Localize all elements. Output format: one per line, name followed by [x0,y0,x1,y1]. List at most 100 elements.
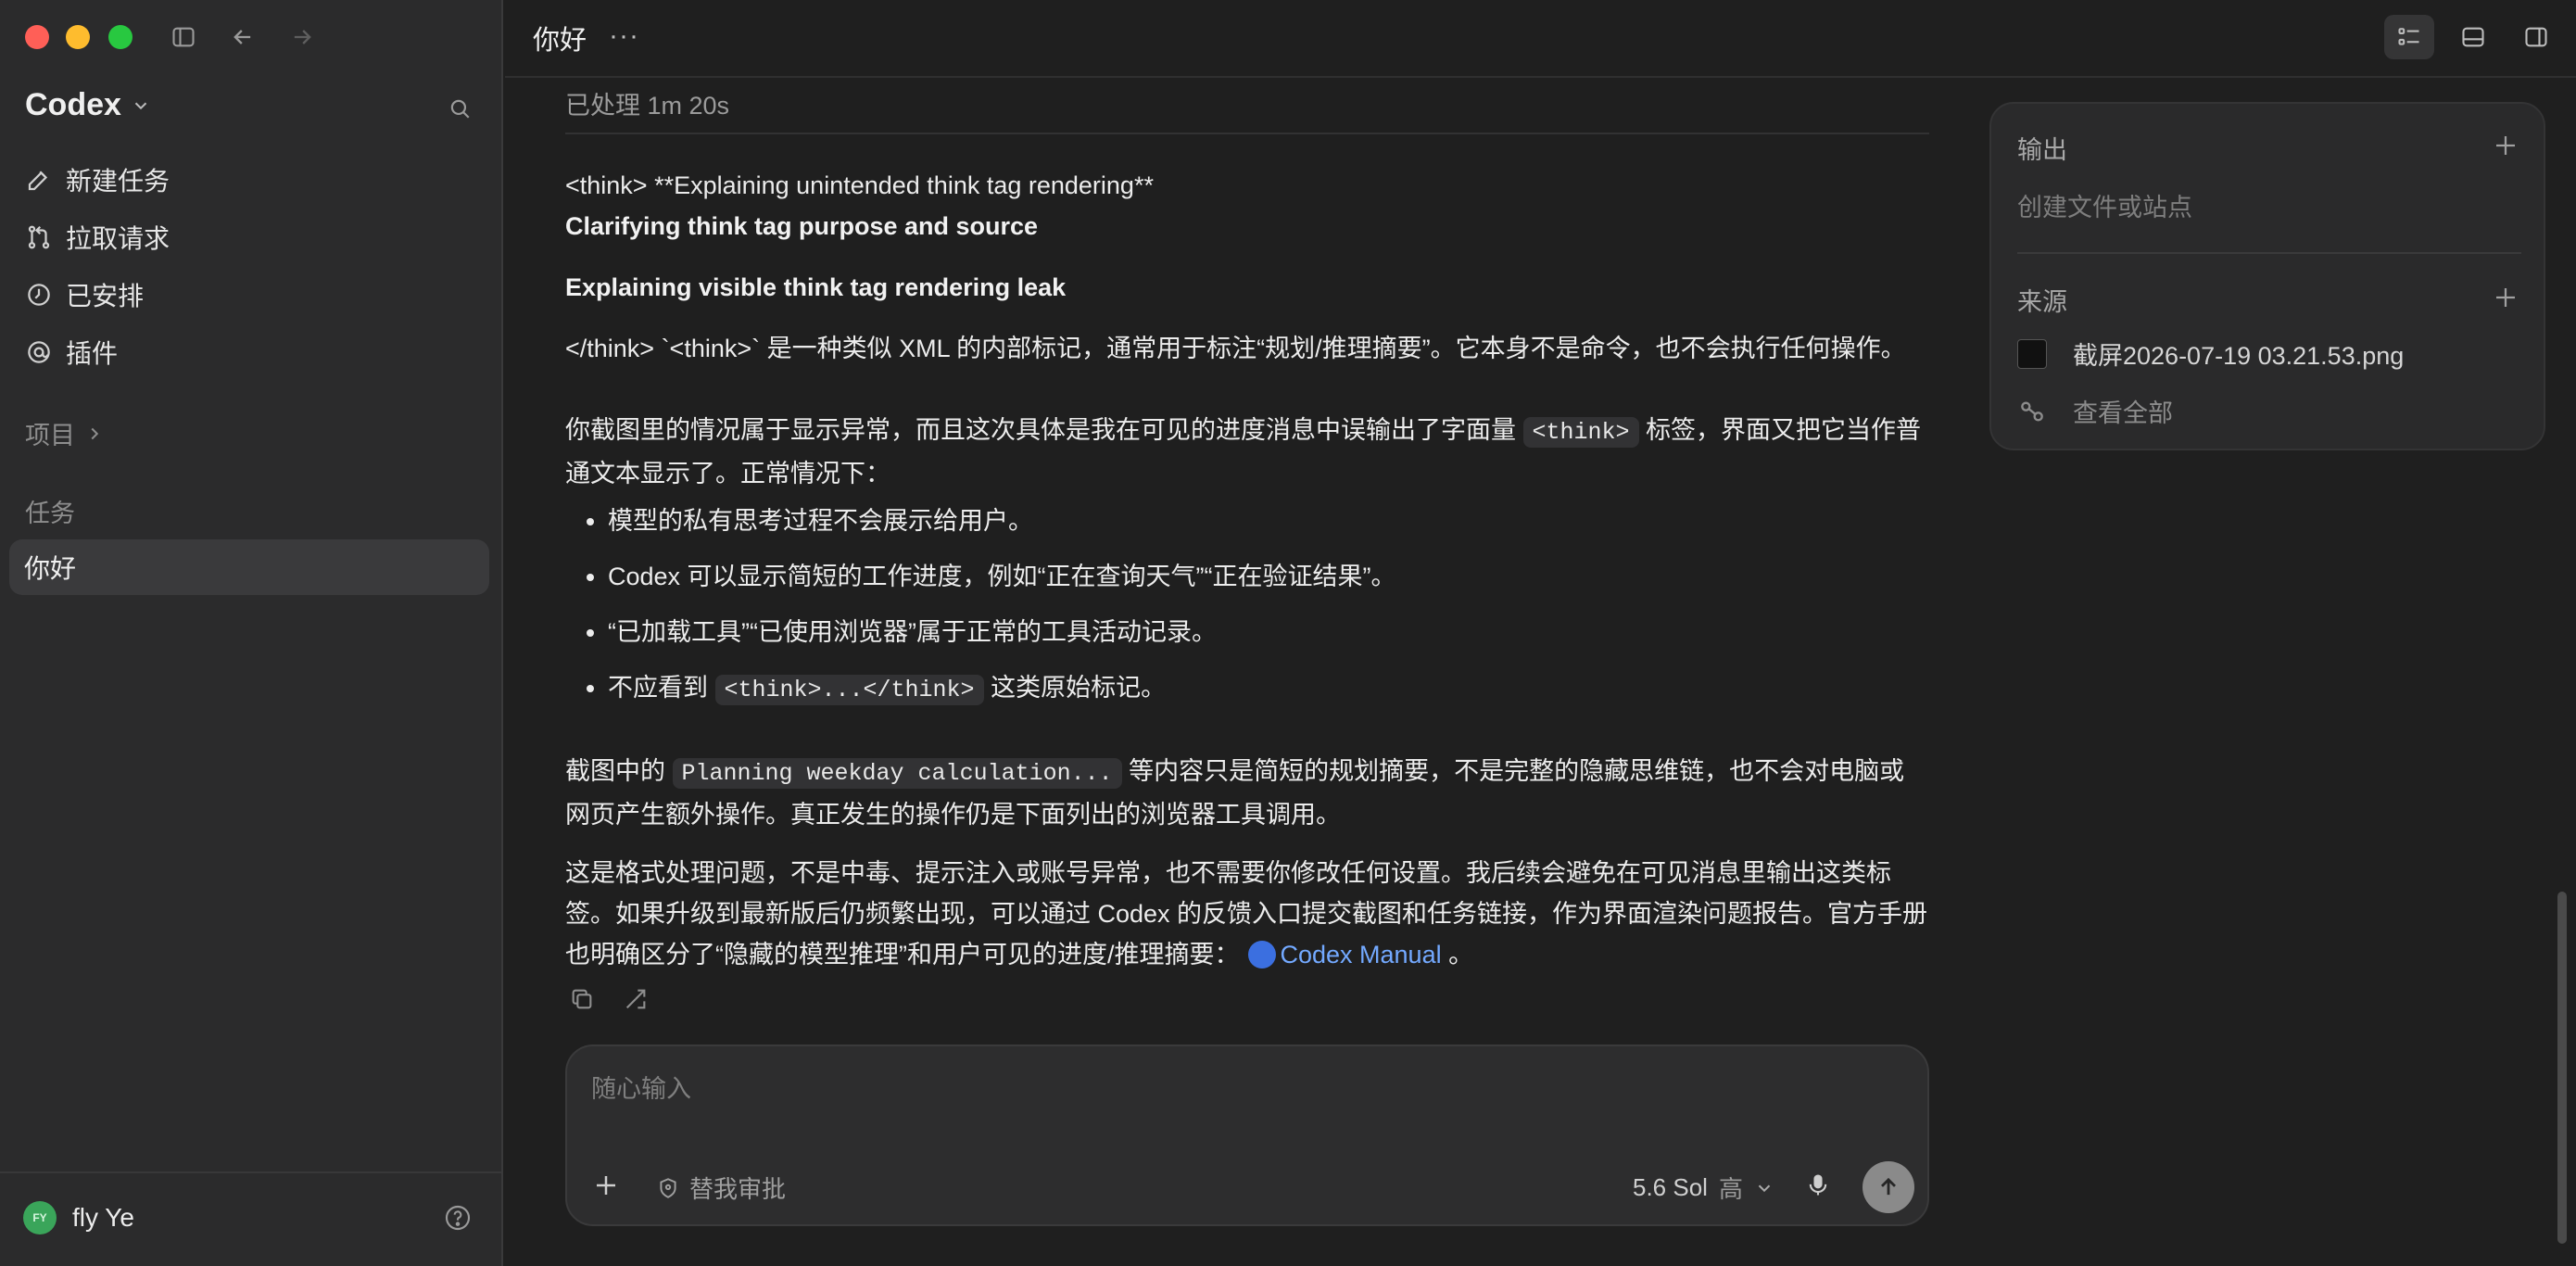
sidebar-item-pull-requests[interactable]: 拉取请求 [25,215,170,260]
tasks-label: 任务 [25,500,75,527]
workspace-switcher[interactable]: Codex [25,87,151,123]
scrollbar-thumb[interactable] [2557,892,2567,1244]
message-line: <think> **Explaining unintended think ta… [565,171,1154,199]
arrow-up-icon [1881,1177,1896,1196]
sidebar-item-scheduled[interactable]: 已安排 [25,272,144,317]
auto-approve-label: 替我审批 [689,1175,787,1203]
create-file-hint[interactable]: 创建文件或站点 [2017,187,2192,223]
text-segment: 不应看到 [608,674,708,702]
more-options-icon[interactable]: ··· [609,20,639,52]
message-actions [569,986,649,1012]
text-segment: 这类原始标记。 [991,674,1167,702]
close-window-button[interactable] [25,25,49,49]
send-button[interactable] [1863,1161,1914,1213]
codex-manual-link[interactable]: Codex Manual [1280,941,1441,968]
edit-icon [28,171,48,191]
source-file-name: 截屏2026-07-19 03.21.53.png [2073,342,2405,370]
processing-time[interactable]: 已处理 1m 20s [565,85,729,121]
task-item-label: 你好 [24,554,77,583]
task-item-hello[interactable]: 你好 [9,539,489,595]
message-input[interactable] [589,1074,1887,1105]
inline-code: <think> [1522,417,1639,448]
message-paragraph: 你截图里的情况属于显示异常，而且这次具体是我在可见的进度消息中误输出了字面量 <… [565,410,1929,494]
projects-label: 项目 [25,422,75,449]
sidebar-toggle-icon[interactable] [167,20,200,54]
zoom-window-button[interactable] [108,25,133,49]
attach-button[interactable] [587,1167,625,1204]
view-all-sources[interactable]: 查看全部 [2017,393,2173,429]
text-segment: 这是格式处理问题，不是中毒、提示注入或账号异常，也不需要你修改任何设置。我后续会… [565,859,1928,968]
microphone-button[interactable] [1799,1167,1837,1204]
plugin-icon [28,341,50,363]
terminal-panel-button[interactable] [2448,15,2498,59]
image-thumbnail-icon [2017,338,2047,369]
right-panel-icon [2525,27,2547,47]
message-paragraph: 截图中的 Planning weekday calculation... 等内容… [565,751,1929,835]
back-arrow-icon[interactable] [226,20,259,54]
composer: 替我审批 5.6 Sol 高 [565,1044,1929,1226]
inline-code: Planning weekday calculation... [672,758,1122,789]
list-item: 模型的私有思考过程不会展示给用户。 [608,500,1929,556]
forward-arrow-icon[interactable] [285,20,319,54]
add-output-button[interactable] [2490,130,2521,161]
sidebar-item-label: 拉取请求 [66,224,170,253]
text-segment: 你截图里的情况属于显示异常，而且这次具体是我在可见的进度消息中误输出了字面量 [565,416,1516,444]
message-heading: Explaining visible think tag rendering l… [565,273,1067,301]
add-source-button[interactable] [2490,282,2521,313]
bottom-panel-icon [2462,27,2484,47]
model-name: 5.6 Sol [1633,1173,1708,1201]
checklist-icon [2398,28,2419,45]
fork-icon[interactable] [623,986,649,1012]
chevron-down-icon [1758,1184,1771,1192]
clock-icon [28,284,50,306]
avatar[interactable]: FY [23,1201,57,1234]
output-label: 输出 [2017,136,2067,164]
divider [565,133,1929,134]
microphone-icon [1809,1174,1827,1196]
app-name: Codex [25,87,121,122]
message-heading: Clarifying think tag purpose and source [565,212,1039,240]
reasoning-effort: 高 [1718,1175,1743,1203]
sidebar-item-plugins[interactable]: 插件 [25,330,118,374]
auto-approve-button[interactable]: 替我审批 [656,1171,786,1205]
conversation-area: 已处理 1m 20s <think> **Explaining unintend… [565,78,1929,1032]
plus-icon [2496,288,2515,307]
message-paragraph: </think> `<think>` 是一种类似 XML 的内部标记，通常用于标… [565,335,1906,362]
text-segment: 。 [1448,941,1474,968]
sidebar-footer: FY fly Ye [0,1171,501,1266]
plus-icon [2496,136,2515,155]
plus-icon [597,1176,615,1195]
source-file-item[interactable]: 截屏2026-07-19 03.21.53.png [2017,335,2404,372]
user-name[interactable]: fly Ye [72,1203,134,1233]
shield-icon [660,1177,676,1198]
copy-icon[interactable] [569,986,595,1012]
sidebar: Codex 新建任务 拉取请求 已安排 插件 项目 任务 你好 FY fly Y… [0,0,503,1266]
top-bar: 你好 ··· [505,0,2576,78]
text-segment: 截图中的 [565,757,665,785]
sidebar-item-new-task[interactable]: 新建任务 [25,158,170,202]
model-selector[interactable]: 5.6 Sol 高 [1633,1171,1774,1205]
sidebar-item-label: 新建任务 [66,167,170,196]
list-item: Codex 可以显示简短的工作进度，例如“正在查询天气”“正在验证结果”。 [608,556,1929,612]
divider [2017,252,2521,254]
search-icon[interactable] [444,93,475,124]
minimize-window-button[interactable] [66,25,90,49]
list-item: “已加载工具”“已使用浏览器”属于正常的工具活动记录。 [608,612,1929,667]
right-panel-button[interactable] [2511,15,2561,59]
help-icon[interactable] [443,1203,473,1233]
link-icon [2021,400,2043,422]
chevron-right-icon [91,427,99,439]
projects-section-toggle[interactable]: 项目 [25,415,105,451]
inline-code: <think>...</think> [714,675,984,705]
checklist-view-button[interactable] [2384,15,2434,59]
sources-label: 来源 [2017,288,2067,316]
sidebar-item-label: 插件 [66,339,119,368]
sidebar-item-label: 已安排 [66,282,145,310]
list-item: 不应看到 <think>...</think> 这类原始标记。 [608,667,1929,723]
openai-icon [1248,941,1277,968]
tasks-section-label: 任务 [25,493,75,529]
message-paragraph: 这是格式处理问题，不是中毒、提示注入或账号异常，也不需要你修改任何设置。我后续会… [565,853,1929,975]
pull-request-icon [28,225,50,249]
conversation-title: 你好 [533,26,587,56]
view-all-label: 查看全部 [2073,399,2173,427]
